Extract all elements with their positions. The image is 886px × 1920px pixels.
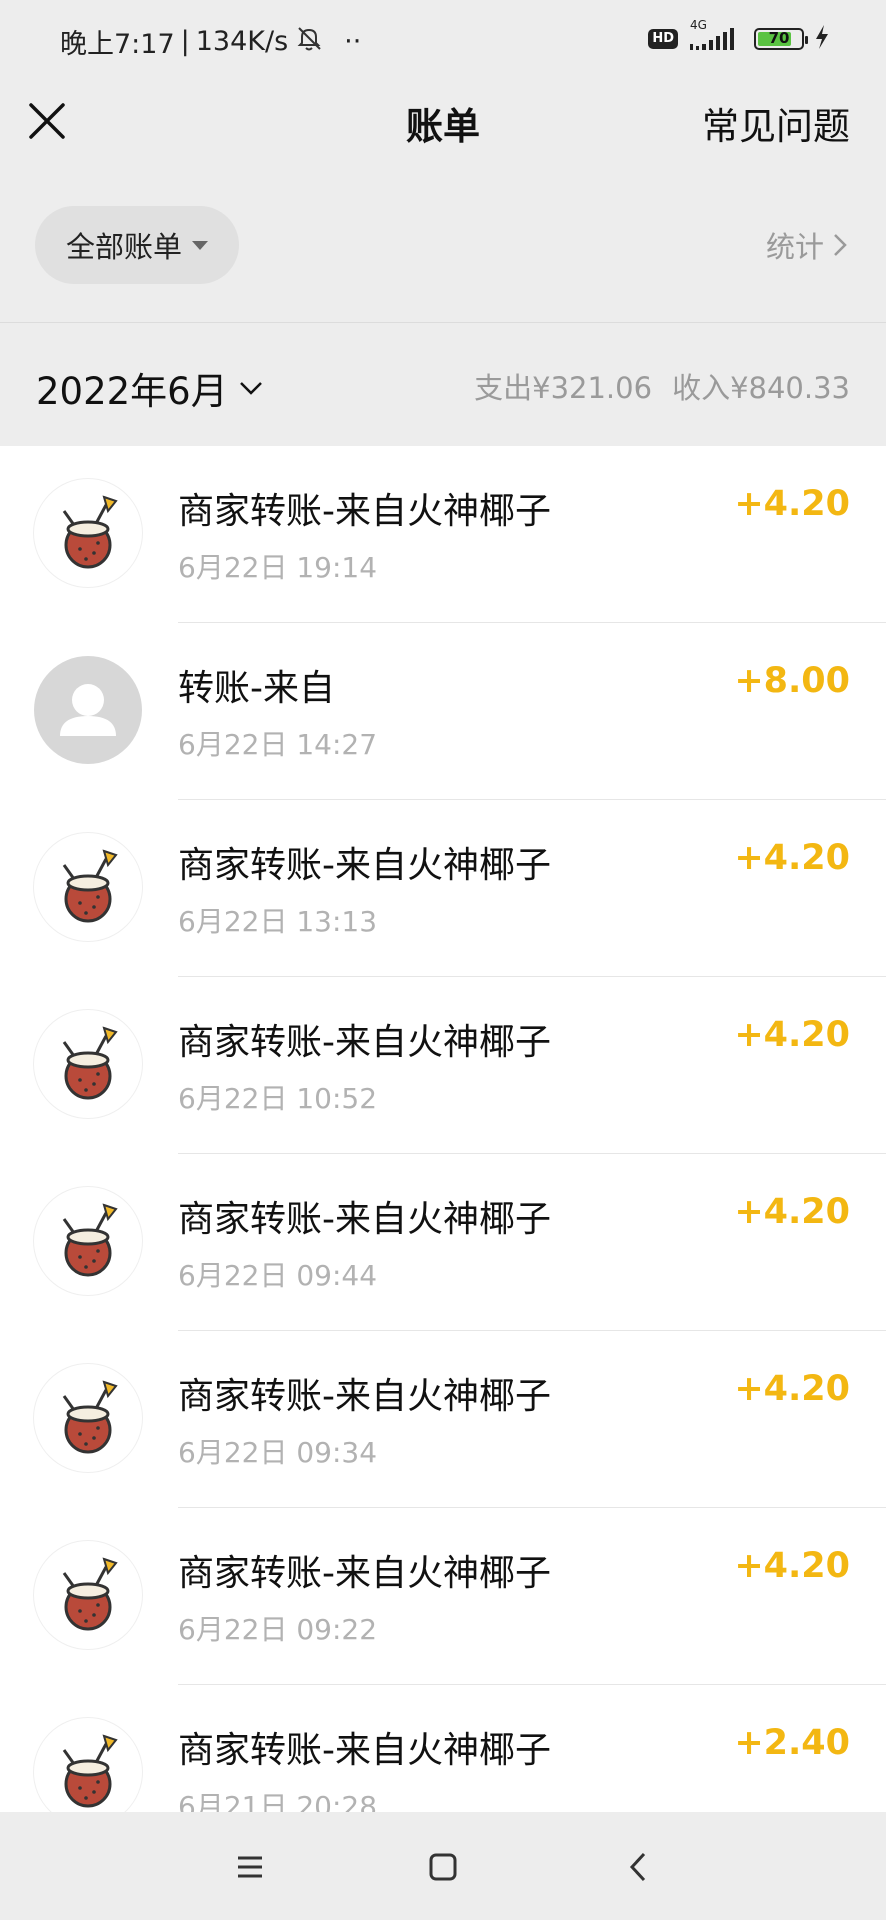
coconut-icon xyxy=(34,1364,142,1472)
status-left: 晚上7:17 | 134K/s ·· xyxy=(60,22,361,61)
back-icon xyxy=(629,1852,646,1882)
coconut-icon xyxy=(34,1187,142,1295)
battery-icon: 70 xyxy=(754,28,808,50)
transaction-row[interactable]: 商家转账-来自火神椰子 6月22日 10:52 +4.20 xyxy=(0,977,886,1154)
signal-icon: 4G xyxy=(688,18,744,54)
mute-icon xyxy=(294,23,324,60)
transaction-time: 6月22日 10:52 xyxy=(178,1082,378,1115)
transaction-title: 商家转账-来自火神椰子 xyxy=(178,1199,551,1240)
transaction-time: 6月22日 09:34 xyxy=(178,1436,378,1469)
month-selector[interactable]: 2022年6月 xyxy=(36,361,264,415)
month-header: 2022年6月 支出¥321.06 收入¥840.33 xyxy=(0,323,886,446)
coconut-icon xyxy=(34,1010,142,1118)
transaction-title: 商家转账-来自火神椰子 xyxy=(178,845,551,886)
menu-button[interactable] xyxy=(225,1842,275,1892)
transaction-time: 6月22日 13:13 xyxy=(178,905,378,938)
coconut-icon xyxy=(34,479,142,587)
chevron-right-icon xyxy=(834,234,847,256)
transaction-row[interactable]: 商家转账-来自火神椰子 6月22日 09:34 +4.20 xyxy=(0,1331,886,1508)
transaction-title: 商家转账-来自火神椰子 xyxy=(178,491,551,532)
transaction-row[interactable]: 转账-来自 6月22日 14:27 +8.00 xyxy=(0,623,886,800)
home-icon xyxy=(429,1853,457,1881)
coconut-icon xyxy=(34,1718,142,1812)
coconut-icon xyxy=(34,833,142,941)
transaction-row[interactable]: 商家转账-来自火神椰子 6月22日 13:13 +4.20 xyxy=(0,800,886,977)
status-separator: | xyxy=(180,26,190,57)
transaction-row[interactable]: 商家转账-来自火神椰子 6月21日 20:28 +2.40 xyxy=(0,1685,886,1812)
transaction-title: 商家转账-来自火神椰子 xyxy=(178,1553,551,1594)
battery-level: 70 xyxy=(768,29,790,47)
transaction-list[interactable]: 商家转账-来自火神椰子 6月22日 19:14 +4.20 转账-来自 6月22日 1… xyxy=(0,446,886,1812)
back-button[interactable] xyxy=(614,1842,664,1892)
month-label: 2022年6月 xyxy=(36,370,228,413)
status-right: HD 4G 70 xyxy=(648,18,830,54)
transaction-title: 商家转账-来自火神椰子 xyxy=(178,1376,551,1417)
chevron-down-icon xyxy=(239,382,262,395)
bill-filter-label: 全部账单 xyxy=(65,230,182,264)
transaction-amount: +2.40 xyxy=(734,1723,850,1763)
transaction-amount: +4.20 xyxy=(734,1015,850,1055)
system-nav-bar xyxy=(0,1812,886,1920)
status-dots: ·· xyxy=(344,26,362,57)
menu-icon xyxy=(238,1856,262,1878)
transaction-title: 商家转账-来自火神椰子 xyxy=(178,1022,551,1063)
home-button[interactable] xyxy=(418,1842,468,1892)
transaction-amount: +4.20 xyxy=(734,1546,850,1586)
bill-filter-dropdown[interactable]: 全部账单 xyxy=(35,206,239,284)
transaction-amount: +4.20 xyxy=(734,1369,850,1409)
transaction-row[interactable]: 商家转账-来自火神椰子 6月22日 09:22 +4.20 xyxy=(0,1508,886,1685)
transaction-amount: +4.20 xyxy=(734,1192,850,1232)
stats-label: 统计 xyxy=(765,230,824,264)
transaction-time: 6月22日 19:14 xyxy=(178,551,378,584)
transaction-title: 转账-来自 xyxy=(178,668,335,709)
income-total: 收入¥840.33 xyxy=(672,371,850,405)
month-summary: 支出¥321.06 收入¥840.33 xyxy=(474,365,850,407)
status-time: 晚上7:17 xyxy=(60,29,175,60)
filter-row: 全部账单 统计 xyxy=(0,172,886,323)
transaction-time: 6月22日 09:44 xyxy=(178,1259,378,1292)
transaction-time: 6月22日 14:27 xyxy=(178,728,378,761)
coconut-icon xyxy=(34,1541,142,1649)
hd-badge: HD xyxy=(648,29,678,49)
transaction-title: 商家转账-来自火神椰子 xyxy=(178,1730,551,1771)
transaction-row[interactable]: 商家转账-来自火神椰子 6月22日 19:14 +4.20 xyxy=(0,446,886,623)
caret-down-icon xyxy=(192,240,208,250)
status-bar: 晚上7:17 | 134K/s ·· HD 4G 70 xyxy=(0,0,886,76)
transaction-amount: +4.20 xyxy=(734,484,850,524)
transaction-amount: +4.20 xyxy=(734,838,850,878)
transaction-time: 6月22日 09:22 xyxy=(178,1613,378,1646)
transaction-row[interactable]: 商家转账-来自火神椰子 6月22日 09:44 +4.20 xyxy=(0,1154,886,1331)
transaction-amount: +8.00 xyxy=(734,661,850,701)
faq-link[interactable]: 常见问题 xyxy=(702,96,850,150)
transaction-time: 6月21日 20:28 xyxy=(178,1790,378,1812)
nav-bar: 账单 常见问题 xyxy=(0,76,886,172)
status-net-speed: 134K/s xyxy=(195,26,289,57)
stats-link[interactable]: 统计 xyxy=(766,224,848,266)
expense-total: 支出¥321.06 xyxy=(474,371,653,405)
person-icon xyxy=(34,656,142,764)
charging-icon xyxy=(814,24,830,54)
